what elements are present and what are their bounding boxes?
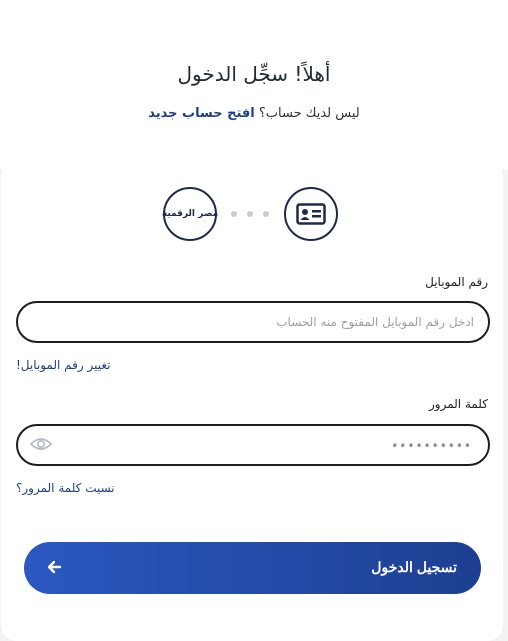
step-dot (247, 211, 253, 217)
page-title: أهلاً! سجِّل الدخول (177, 62, 331, 86)
eye-icon[interactable] (30, 436, 52, 452)
signup-prompt: ليس لديك حساب؟ افتح حساب جديد (0, 106, 508, 121)
signup-prompt-text: ليس لديك حساب؟ (258, 106, 360, 121)
page-header: أهلاً! سجِّل الدخول ليس لديك حساب؟ افتح … (0, 0, 508, 170)
digital-egypt-logo: مصر الرقمية (161, 209, 219, 219)
login-card: مصر الرقمية رقم الموبايل تغيير رقم الموب… (1, 161, 503, 641)
login-button-label: تسجيل الدخول (371, 559, 457, 575)
password-value: •••••••••• (391, 439, 472, 453)
password-field[interactable]: •••••••••• (16, 424, 490, 466)
id-card-icon (296, 203, 326, 225)
mobile-label: رقم الموبايل (425, 275, 488, 289)
open-account-link[interactable]: افتح حساب جديد (148, 106, 255, 121)
password-label: كلمة المرور (428, 397, 488, 411)
step-dot (231, 211, 237, 217)
arrow-left-icon (47, 560, 62, 574)
step-id-card (284, 187, 338, 241)
login-button[interactable]: تسجيل الدخول (24, 542, 481, 594)
mobile-input[interactable] (18, 303, 488, 341)
step-digital-egypt: مصر الرقمية (161, 187, 219, 241)
step-dot (263, 211, 269, 217)
change-mobile-link[interactable]: تغيير رقم الموبايل! (16, 358, 111, 372)
mobile-field (16, 301, 490, 343)
forgot-password-link[interactable]: نسيت كلمة المرور؟ (16, 481, 115, 495)
